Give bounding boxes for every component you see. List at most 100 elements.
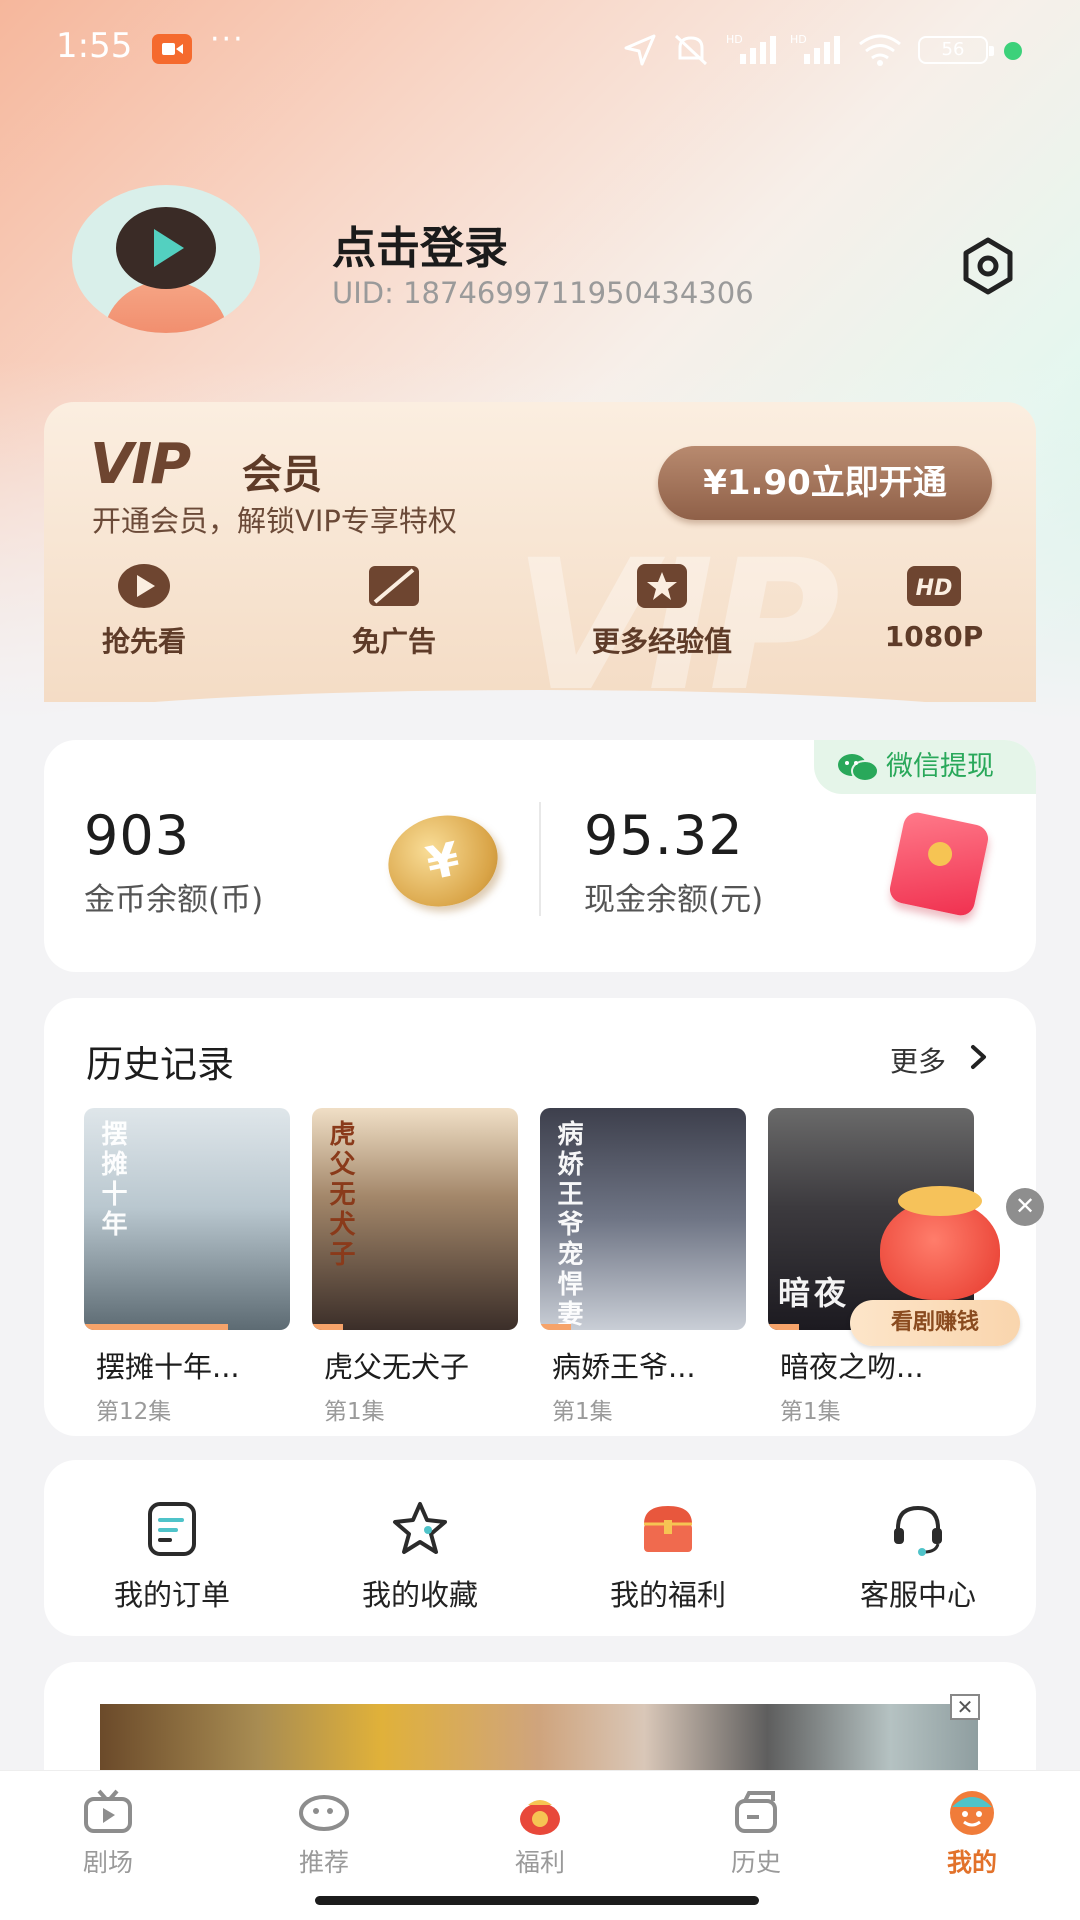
vip-label: 会员 <box>242 452 322 498</box>
drama-episode: 第12集 <box>96 1399 172 1425</box>
close-float-icon[interactable]: ✕ <box>1006 1188 1044 1226</box>
home-indicator[interactable] <box>315 1896 759 1905</box>
screen-record-icon <box>152 34 192 64</box>
signal-2-icon: HD <box>790 33 840 64</box>
shortcut-orders[interactable]: 我的订单 <box>82 1500 262 1614</box>
ad-close-icon[interactable]: ✕ <box>950 1694 980 1720</box>
mute-bell-icon <box>674 34 708 66</box>
shortcut-welfare[interactable]: 我的福利 <box>578 1500 758 1614</box>
poster-title: 病娇王爷宠悍妻 <box>553 1120 583 1330</box>
tab-theater[interactable]: 剧场 <box>28 1787 188 1879</box>
history-item[interactable]: 虎父无犬子 虎父无犬子 第1集 <box>312 1108 518 1426</box>
balance-card: 微信提现 903 金币余额(币) ¥ 95.32 现金余额(元) <box>44 740 1036 972</box>
coin-balance-label: 金币余额(币) <box>84 882 264 918</box>
cash-balance-label: 现金余额(元) <box>584 882 764 918</box>
shortcut-label: 我的订单 <box>113 1578 230 1612</box>
chat-bubble-icon <box>297 1787 351 1837</box>
profile-face-icon <box>945 1787 999 1837</box>
status-time: 1:55 <box>56 26 133 66</box>
perk-early-access[interactable]: 抢先看 <box>84 562 204 660</box>
tab-label: 我的 <box>946 1848 997 1877</box>
shortcut-favorites[interactable]: 我的收藏 <box>330 1500 510 1614</box>
gold-coin-icon: ¥ <box>379 805 507 917</box>
perk-label: 1080P <box>884 620 984 653</box>
perk-more-exp[interactable]: 更多经验值 <box>572 562 752 660</box>
drama-title: 虎父无犬子 <box>324 1350 470 1384</box>
wechat-icon <box>838 754 879 782</box>
watch-progress <box>768 1324 799 1330</box>
avatar[interactable] <box>72 185 260 333</box>
lucky-bag-icon <box>513 1787 567 1837</box>
tab-label: 推荐 <box>298 1848 349 1877</box>
hd-icon: HD <box>905 562 963 610</box>
perk-label: 更多经验值 <box>591 625 732 658</box>
red-envelope-icon <box>887 810 991 918</box>
privacy-indicator-dot <box>1004 42 1022 60</box>
svg-text:HD: HD <box>790 33 807 46</box>
drama-poster: 虎父无犬子 <box>312 1108 518 1330</box>
history-title: 历史记录 <box>86 1043 234 1086</box>
tv-icon <box>81 1787 135 1837</box>
drama-poster: 摆摊十年 <box>84 1108 290 1330</box>
cash-balance-value: 95.32 <box>584 804 744 867</box>
location-icon <box>624 34 656 66</box>
vip-subtitle: 开通会员，解锁VIP专享特权 <box>92 504 457 538</box>
drama-episode: 第1集 <box>552 1399 613 1425</box>
history-item[interactable]: 病娇王爷宠悍妻 病娇王爷... 第1集 <box>540 1108 746 1426</box>
drama-title: 摆摊十年... <box>96 1350 240 1384</box>
order-icon <box>142 1500 202 1558</box>
balance-divider <box>539 802 541 916</box>
perk-no-ads[interactable]: 免广告 <box>334 562 454 660</box>
perk-1080p[interactable]: HD 1080P <box>874 562 994 653</box>
drama-episode: 第1集 <box>324 1399 385 1425</box>
wechat-withdraw-label: 微信提现 <box>886 751 994 782</box>
poster-title: 暗夜 <box>778 1274 851 1312</box>
user-id: UID: 1874699711950434306 <box>332 276 754 310</box>
more-notifications-icon: ··· <box>210 22 245 57</box>
login-prompt[interactable]: 点击登录 <box>332 212 508 276</box>
history-card: 历史记录 更多 摆摊十年 摆摊十年... 第12集 虎父无犬子 虎父无犬子 第1… <box>44 998 1036 1436</box>
coin-balance-value: 903 <box>84 804 191 867</box>
tab-mine[interactable]: 我的 <box>892 1787 1052 1879</box>
history-more-link[interactable]: 更多 <box>890 1040 946 1080</box>
drama-episode: 第1集 <box>780 1399 841 1425</box>
tab-label: 剧场 <box>82 1848 133 1877</box>
star-icon <box>390 1500 450 1558</box>
tab-recommend[interactable]: 推荐 <box>244 1787 404 1879</box>
watch-earn-button[interactable]: 看剧赚钱 <box>850 1300 1020 1346</box>
play-logo-icon <box>154 229 184 267</box>
svg-text:HD: HD <box>726 33 743 46</box>
wifi-icon <box>859 34 901 66</box>
hd-icon-text: HD <box>916 576 953 601</box>
shortcut-label: 我的收藏 <box>361 1578 478 1612</box>
history-item[interactable]: 摆摊十年 摆摊十年... 第12集 <box>84 1108 290 1426</box>
status-bar: 1:55 ··· HD HD 56 <box>0 0 1080 96</box>
tab-label: 福利 <box>514 1848 565 1877</box>
drama-title: 暗夜之吻... <box>780 1350 924 1384</box>
wechat-withdraw-button[interactable]: 微信提现 <box>814 740 1036 794</box>
earn-money-bag-icon[interactable] <box>880 1186 1000 1300</box>
treasure-chest-icon <box>638 1500 698 1558</box>
shortcut-card: 我的订单 我的收藏 我的福利 客服中心 <box>44 1460 1036 1636</box>
vip-card[interactable]: VIP VIP 会员 开通会员，解锁VIP专享特权 ¥1.90立即开通 抢先看 … <box>44 402 1036 702</box>
drama-title: 病娇王爷... <box>552 1350 696 1384</box>
poster-title: 摆摊十年 <box>97 1120 127 1240</box>
tab-welfare[interactable]: 福利 <box>460 1787 620 1879</box>
no-ads-icon <box>365 562 423 610</box>
tab-label: 历史 <box>730 1848 781 1877</box>
shortcut-label: 客服中心 <box>859 1578 976 1612</box>
chevron-right-icon[interactable] <box>966 1042 992 1072</box>
watch-progress <box>312 1324 343 1330</box>
perk-label: 免广告 <box>351 625 436 658</box>
headset-icon <box>888 1500 948 1558</box>
vip-open-button[interactable]: ¥1.90立即开通 <box>658 446 992 520</box>
battery-indicator: 56 <box>918 36 994 64</box>
watch-progress <box>540 1324 571 1330</box>
vip-logo: VIP <box>90 432 191 497</box>
drama-poster: 病娇王爷宠悍妻 <box>540 1108 746 1330</box>
tab-history[interactable]: 历史 <box>676 1787 836 1879</box>
poster-title: 虎父无犬子 <box>325 1120 355 1270</box>
shortcut-label: 我的福利 <box>609 1578 726 1612</box>
shortcut-customer-service[interactable]: 客服中心 <box>828 1500 1008 1614</box>
settings-gear-icon[interactable] <box>956 234 1020 298</box>
